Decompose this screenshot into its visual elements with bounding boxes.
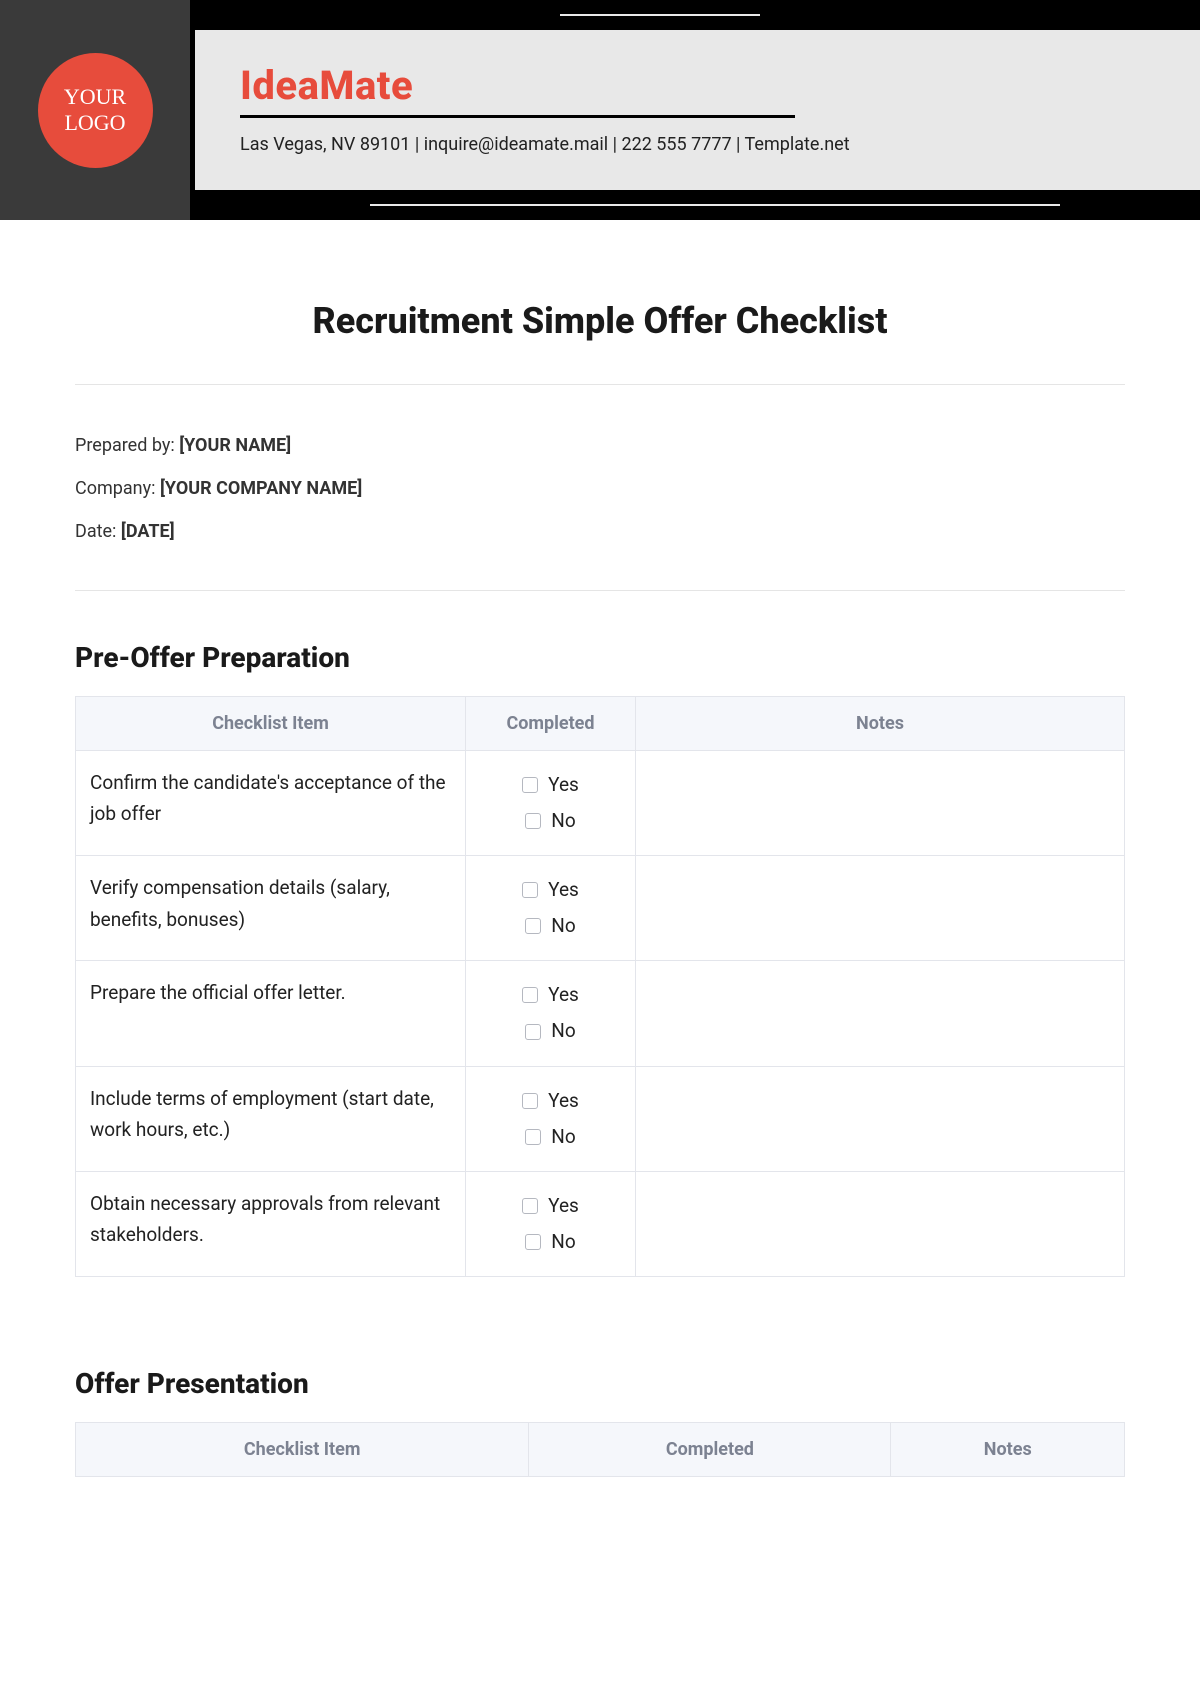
- column-header-item: Checklist Item: [76, 1422, 529, 1476]
- checkbox-label-yes: Yes: [548, 767, 579, 803]
- meta-label: Date:: [75, 521, 121, 542]
- meta-value: [YOUR NAME]: [179, 435, 291, 456]
- checkbox-label-yes: Yes: [548, 1083, 579, 1119]
- checklist-table: Checklist ItemCompletedNotes: [75, 1422, 1125, 1477]
- column-header-completed: Completed: [529, 1422, 891, 1476]
- section-heading: Offer Presentation: [75, 1367, 1125, 1400]
- checkbox-label-no: No: [551, 1013, 575, 1049]
- checkbox-label-yes: Yes: [548, 1188, 579, 1224]
- document-title: Recruitment Simple Offer Checklist: [75, 300, 1125, 342]
- checklist-item-text: Confirm the candidate's acceptance of th…: [76, 751, 466, 856]
- column-header-notes: Notes: [891, 1422, 1125, 1476]
- meta-prepared-by: Prepared by: [YOUR NAME]: [75, 435, 1125, 456]
- checklist-table: Checklist ItemCompletedNotes Confirm the …: [75, 696, 1125, 1277]
- brand-underline: [240, 115, 795, 118]
- header-band: YOUR LOGO IdeaMate Las Vegas, NV 89101 |…: [0, 0, 1200, 220]
- header-content: IdeaMate Las Vegas, NV 89101 | inquire@i…: [195, 30, 1200, 190]
- checkbox-no[interactable]: [525, 1234, 541, 1250]
- completed-cell: YesNo: [466, 856, 636, 961]
- checklist-item-text: Verify compensation details (salary, ben…: [76, 856, 466, 961]
- checkbox-label-no: No: [551, 1119, 575, 1155]
- completed-cell: YesNo: [466, 1066, 636, 1171]
- page-body: Recruitment Simple Offer Checklist Prepa…: [0, 220, 1200, 1517]
- meta-company: Company: [YOUR COMPANY NAME]: [75, 478, 1125, 499]
- table-row: Obtain necessary approvals from relevant…: [76, 1171, 1125, 1276]
- contact-line: Las Vegas, NV 89101 | inquire@ideamate.m…: [240, 134, 1155, 155]
- logo-area: YOUR LOGO: [0, 0, 190, 220]
- column-header-completed: Completed: [466, 697, 636, 751]
- meta-value: [YOUR COMPANY NAME]: [160, 478, 362, 499]
- column-header-notes: Notes: [636, 697, 1125, 751]
- checkbox-yes[interactable]: [522, 987, 538, 1003]
- checklist-item-text: Prepare the official offer letter.: [76, 961, 466, 1066]
- completed-cell: YesNo: [466, 961, 636, 1066]
- section-heading: Pre-Offer Preparation: [75, 641, 1125, 674]
- checkbox-no[interactable]: [525, 813, 541, 829]
- meta-list: Prepared by: [YOUR NAME] Company: [YOUR …: [75, 435, 1125, 542]
- table-row: Prepare the official offer letter.YesNo: [76, 961, 1125, 1066]
- checkbox-yes[interactable]: [522, 1198, 538, 1214]
- notes-cell[interactable]: [636, 1171, 1125, 1276]
- checkbox-label-yes: Yes: [548, 977, 579, 1013]
- title-divider: [75, 384, 1125, 385]
- logo-line-1: YOUR: [64, 84, 126, 110]
- section-gap: [75, 1277, 1125, 1337]
- decorative-rule-top: [560, 14, 760, 16]
- checkbox-label-no: No: [551, 1224, 575, 1260]
- checkbox-no[interactable]: [525, 918, 541, 934]
- meta-divider: [75, 590, 1125, 591]
- notes-cell[interactable]: [636, 751, 1125, 856]
- checklist-item-text: Obtain necessary approvals from relevant…: [76, 1171, 466, 1276]
- meta-value: [DATE]: [121, 521, 175, 542]
- brand-name: IdeaMate: [240, 62, 1155, 109]
- table-row: Confirm the candidate's acceptance of th…: [76, 751, 1125, 856]
- checkbox-yes[interactable]: [522, 882, 538, 898]
- decorative-rule-bottom: [370, 204, 1060, 206]
- logo-line-2: LOGO: [64, 110, 125, 136]
- notes-cell[interactable]: [636, 1066, 1125, 1171]
- meta-label: Company:: [75, 478, 160, 499]
- checkbox-label-yes: Yes: [548, 872, 579, 908]
- checkbox-label-no: No: [551, 803, 575, 839]
- logo-placeholder: YOUR LOGO: [38, 53, 153, 168]
- checkbox-no[interactable]: [525, 1024, 541, 1040]
- completed-cell: YesNo: [466, 1171, 636, 1276]
- table-row: Include terms of employment (start date,…: [76, 1066, 1125, 1171]
- table-row: Verify compensation details (salary, ben…: [76, 856, 1125, 961]
- notes-cell[interactable]: [636, 961, 1125, 1066]
- completed-cell: YesNo: [466, 751, 636, 856]
- checkbox-no[interactable]: [525, 1129, 541, 1145]
- checkbox-yes[interactable]: [522, 777, 538, 793]
- meta-date: Date: [DATE]: [75, 521, 1125, 542]
- checklist-item-text: Include terms of employment (start date,…: [76, 1066, 466, 1171]
- checkbox-label-no: No: [551, 908, 575, 944]
- notes-cell[interactable]: [636, 856, 1125, 961]
- column-header-item: Checklist Item: [76, 697, 466, 751]
- checkbox-yes[interactable]: [522, 1093, 538, 1109]
- meta-label: Prepared by:: [75, 435, 179, 456]
